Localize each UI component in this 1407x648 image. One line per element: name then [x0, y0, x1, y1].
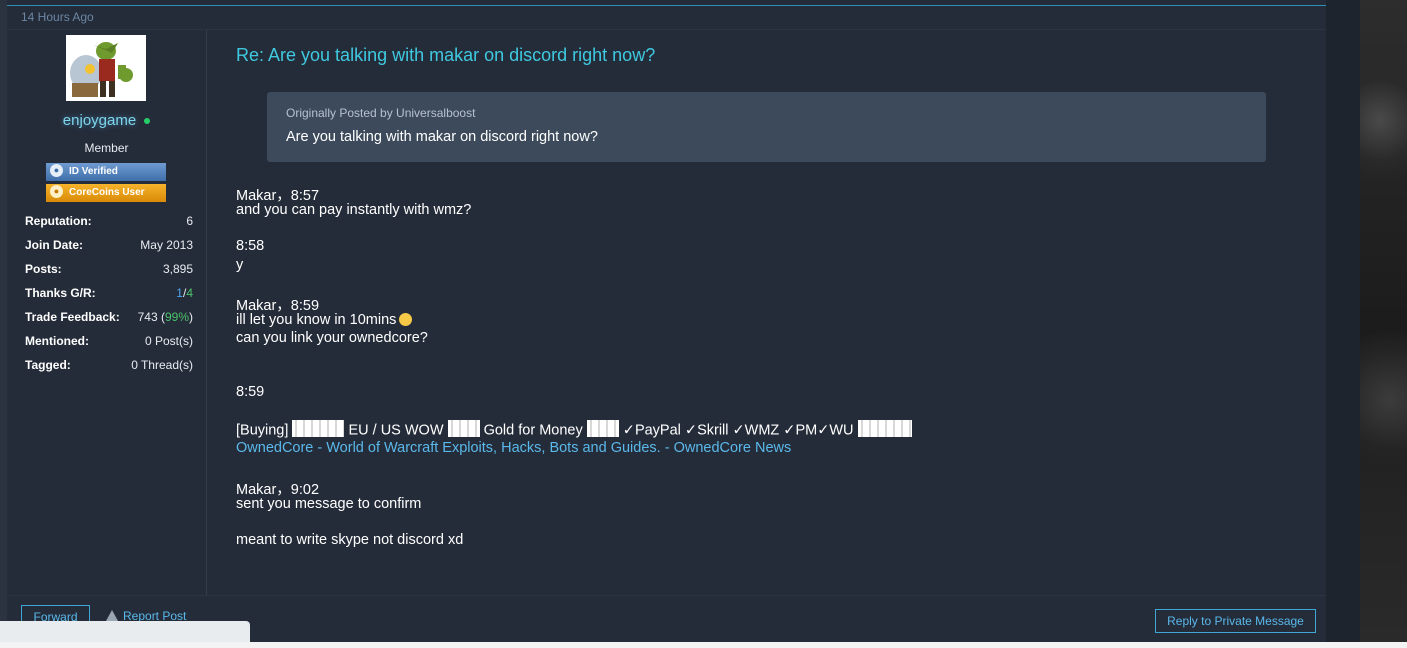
thanks-received-link[interactable]: 4: [186, 286, 193, 300]
buying-text: EU / US WOW: [348, 422, 444, 439]
page-background-gap: [1326, 0, 1360, 642]
buying-text: [Buying]: [236, 422, 289, 439]
reply-to-private-message-button[interactable]: Reply to Private Message: [1155, 609, 1316, 633]
online-status-dot: [144, 118, 151, 125]
stat-trade-feedback: Trade Feedback: 743 (99%): [25, 310, 193, 334]
stat-join-date: Join Date: May 2013: [25, 238, 193, 262]
post-top-border: [7, 5, 1326, 6]
message-line: ill let you know in 10mins: [236, 312, 413, 328]
ownedcore-link[interactable]: OwnedCore - World of Warcraft Exploits, …: [236, 440, 791, 456]
page-background-texture: [1360, 0, 1407, 642]
stat-label: Reputation:: [25, 214, 92, 228]
thanks-given-link[interactable]: 1: [176, 286, 183, 300]
page-background-left: [0, 0, 7, 642]
buying-text: ✓PayPal ✓Skrill ✓WMZ ✓PM✓WU: [622, 422, 854, 439]
user-info-panel: enjoygame Member ● ID Verified ● CoreCoins…: [7, 30, 207, 595]
stat-value: 743 (99%): [137, 310, 193, 324]
stat-value: 6: [186, 214, 193, 228]
stat-label: Mentioned:: [25, 334, 89, 348]
stat-posts: Posts: 3,895: [25, 262, 193, 286]
user-icon: ●: [50, 163, 63, 177]
stat-tagged: Tagged: 0 Thread(s): [25, 358, 193, 382]
private-message-post: 14 Hours Ago enjoygame Member ●ID Verif: [7, 0, 1326, 642]
avatar[interactable]: [66, 35, 146, 101]
bottom-strip: [0, 642, 1407, 648]
corecoins-user-badge: ● CoreCoins User: [46, 184, 166, 202]
buying-line: [Buying] EU / US WOW Gold for Money ✓Pay…: [236, 420, 912, 439]
username-text[interactable]: enjoygame: [63, 112, 136, 129]
post-date: 14 Hours Ago: [21, 10, 94, 24]
stat-reputation: Reputation: 6: [25, 214, 193, 238]
post-title: Re: Are you talking with makar on discor…: [236, 45, 656, 65]
stat-mentioned: Mentioned: 0 Post(s): [25, 334, 193, 358]
unicode-block-glyphs: [292, 420, 345, 437]
message-text: ill let you know in 10mins: [236, 312, 397, 328]
stat-label: Tagged:: [25, 358, 71, 372]
trade-feedback-percent: 99%: [164, 310, 189, 324]
message-line: meant to write skype not discord xd: [236, 532, 464, 548]
goblin-avatar-image: [66, 35, 146, 101]
badge-label: ID Verified: [69, 166, 118, 177]
unicode-block-glyphs: [586, 420, 619, 437]
quote-block: Originally Posted by Universalboost Are …: [267, 92, 1266, 162]
post-footer-divider: [7, 595, 1326, 596]
id-verified-badge: ● ID Verified: [46, 163, 166, 181]
stat-value: 1/4: [176, 286, 193, 300]
stat-label: Posts:: [25, 262, 62, 276]
quote-author: Originally Posted by Universalboost: [286, 106, 476, 120]
unicode-block-glyphs: [447, 420, 480, 437]
message-line: 8:59: [236, 384, 265, 400]
buying-text: Gold for Money: [483, 422, 583, 439]
trade-feedback-count[interactable]: 743: [138, 310, 158, 324]
stat-label: Thanks G/R:: [25, 286, 96, 300]
stat-value[interactable]: 0 Post(s): [145, 334, 193, 348]
stat-value: May 2013: [140, 238, 193, 252]
message-line: and you can pay instantly with wmz?: [236, 202, 472, 218]
stat-value[interactable]: 0 Thread(s): [131, 358, 193, 372]
badge-label: CoreCoins User: [69, 187, 145, 198]
message-line: y: [236, 257, 244, 273]
warning-icon: [106, 610, 118, 622]
quote-text: Are you talking with makar on discord ri…: [286, 129, 598, 145]
smile-emoji-icon: [399, 312, 413, 326]
stat-thanks: Thanks G/R: 1/4: [25, 286, 193, 310]
coin-icon: ●: [50, 184, 63, 198]
overlay-panel: [0, 621, 250, 642]
unicode-block-glyphs: [857, 420, 912, 437]
message-line: sent you message to confirm: [236, 496, 422, 512]
stat-label: Trade Feedback:: [25, 310, 120, 324]
message-line: can you link your ownedcore?: [236, 330, 428, 346]
stat-value: 3,895: [162, 262, 193, 276]
user-title: Member: [84, 141, 129, 155]
message-line: 8:58: [236, 238, 265, 254]
user-stats: Reputation: 6 Join Date: May 2013 Posts:…: [25, 214, 193, 382]
username[interactable]: enjoygame: [7, 112, 206, 129]
stat-label: Join Date:: [25, 238, 84, 252]
